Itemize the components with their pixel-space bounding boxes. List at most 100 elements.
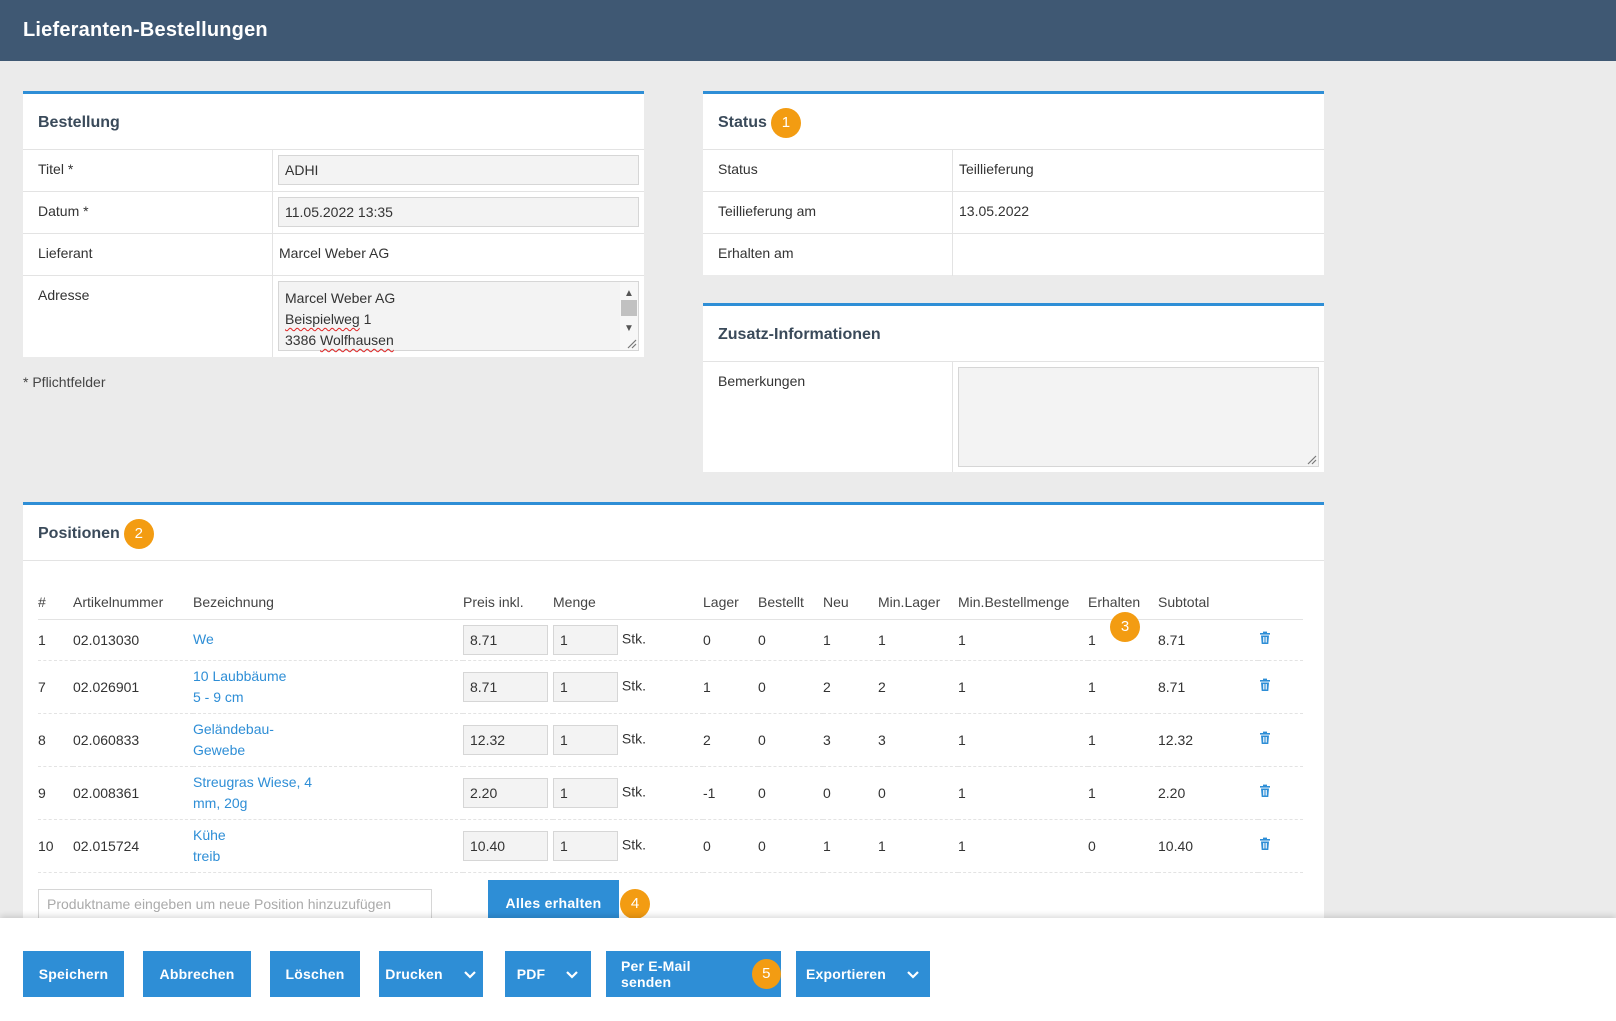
status-badge: 1 — [770, 108, 801, 138]
new-position-input[interactable]: Produktname eingeben um neue Position hi… — [38, 889, 432, 919]
speichern-button[interactable]: Speichern — [23, 951, 124, 997]
preis-input[interactable]: 8.71 — [463, 624, 548, 655]
cell-menge: 1 Stk. — [553, 713, 703, 767]
menge-input[interactable]: 1 — [553, 624, 618, 655]
col-artikelnummer: Artikelnummer — [73, 585, 193, 620]
col-neu: Neu — [823, 585, 878, 620]
cell-nr: 1 — [38, 619, 73, 661]
cell-minlager: 1 — [878, 819, 958, 873]
resize-handle-icon[interactable] — [1305, 453, 1317, 465]
adresse-label: Adresse — [23, 276, 273, 357]
cell-bestellt: 0 — [758, 819, 823, 873]
col-nr: # — [38, 585, 73, 620]
cell-menge: 1 Stk. — [553, 766, 703, 820]
col-menge: Menge — [553, 585, 703, 620]
cell-subtotal: 10.40 — [1158, 819, 1258, 873]
email-badge: 5 — [751, 959, 781, 989]
col-preis: Preis inkl. — [463, 585, 553, 620]
datum-input[interactable]: 11.05.2022 13:35 — [278, 197, 639, 227]
cell-bezeichnung[interactable]: Geländebau- Gewebe — [193, 713, 463, 767]
bemerkungen-textarea[interactable] — [958, 367, 1319, 467]
trash-icon[interactable] — [1258, 731, 1272, 745]
drucken-button[interactable]: Drucken — [379, 951, 483, 997]
trash-icon[interactable] — [1258, 678, 1272, 692]
cell-minlager: 1 — [878, 619, 958, 661]
zusatz-panel: Zusatz-Informationen Bemerkungen — [703, 303, 1324, 472]
scroll-down-icon[interactable]: ▼ — [620, 318, 638, 334]
scroll-up-icon[interactable]: ▲ — [620, 283, 638, 299]
trash-icon[interactable] — [1258, 837, 1272, 851]
cell-bezeichnung[interactable]: 10 Laubbäume 5 - 9 cm — [193, 660, 463, 714]
cell-delete — [1258, 660, 1303, 714]
table-row: 9 02.008361 Streugras Wiese, 4 mm, 20g 2.… — [38, 766, 1303, 820]
adresse-row: Adresse Marcel Weber AG Beispielweg 1 33… — [23, 276, 644, 357]
cell-artikelnummer: 02.013030 — [73, 619, 193, 661]
cell-preis: 8.71 — [463, 660, 553, 714]
table-row: 8 02.060833 Geländebau- Gewebe 12.32 1 St… — [38, 713, 1303, 767]
preis-input[interactable]: 8.71 — [463, 671, 548, 702]
cell-minbestellmenge: 1 — [958, 660, 1088, 714]
chevron-down-icon — [566, 971, 579, 979]
chevron-down-icon — [907, 971, 919, 979]
preis-input[interactable]: 2.20 — [463, 777, 548, 808]
table-header-row: # Artikelnummer Bezeichnung Preis inkl. … — [38, 585, 1303, 642]
cell-delete — [1258, 819, 1303, 873]
resize-handle-icon[interactable] — [625, 337, 637, 349]
trash-icon[interactable] — [1258, 631, 1272, 645]
cell-minbestellmenge: 1 — [958, 619, 1088, 661]
cell-neu: 0 — [823, 766, 878, 820]
bestellung-panel: Bestellung Titel * ADHI Datum * 11.05.20… — [23, 91, 644, 357]
cell-neu: 1 — [823, 819, 878, 873]
menge-input[interactable]: 1 — [553, 671, 618, 702]
cell-bezeichnung[interactable]: We — [193, 619, 463, 661]
menge-input[interactable]: 1 — [553, 777, 618, 808]
lieferant-label: Lieferant — [23, 234, 273, 275]
cell-bestellt: 0 — [758, 713, 823, 767]
adresse-textarea[interactable]: Marcel Weber AG Beispielweg 1 3386 Wolfh… — [278, 281, 639, 351]
pdf-button[interactable]: PDF — [505, 951, 591, 997]
exportieren-button[interactable]: Exportieren — [796, 951, 930, 997]
cell-subtotal: 8.71 — [1158, 660, 1258, 714]
teillieferung-value: 13.05.2022 — [959, 203, 1030, 219]
cell-bezeichnung[interactable]: Kühe treib — [193, 819, 463, 873]
action-footer: Speichern Abbrechen Löschen Drucken PDF … — [0, 918, 1616, 1021]
titel-label: Titel * — [23, 150, 273, 191]
positionen-title: Positionen 2 — [23, 505, 1324, 561]
col-erhalten: Erhalten 3 — [1088, 585, 1158, 642]
col-bestellt: Bestellt — [758, 585, 823, 620]
positionen-badge: 2 — [123, 519, 154, 549]
preis-input[interactable]: 12.32 — [463, 724, 548, 755]
trash-icon[interactable] — [1258, 784, 1272, 798]
cell-nr: 7 — [38, 660, 73, 714]
cell-minlager: 0 — [878, 766, 958, 820]
menge-input[interactable]: 1 — [553, 724, 618, 755]
cell-minbestellmenge: 1 — [958, 819, 1088, 873]
titel-input[interactable]: ADHI — [278, 155, 639, 185]
cell-menge: 1 Stk. — [553, 819, 703, 873]
cell-delete — [1258, 713, 1303, 767]
table-row: 10 02.015724 Kühe treib 10.40 1 Stk. 0 0 … — [38, 819, 1303, 873]
status-panel: Status 1 Status Teillieferung Teillieferu… — [703, 91, 1324, 276]
datum-label: Datum * — [23, 192, 273, 233]
email-button[interactable]: Per E-Mail senden 5 — [606, 951, 781, 997]
cell-nr: 8 — [38, 713, 73, 767]
abbrechen-button[interactable]: Abbrechen — [143, 951, 251, 997]
cell-neu: 2 — [823, 660, 878, 714]
cell-artikelnummer: 02.026901 — [73, 660, 193, 714]
cell-subtotal: 8.71 — [1158, 619, 1258, 661]
preis-input[interactable]: 10.40 — [463, 830, 548, 861]
positionen-table: # Artikelnummer Bezeichnung Preis inkl. … — [38, 585, 1303, 873]
adresse-line-2: Beispielweg 1 — [285, 311, 372, 327]
cell-bezeichnung[interactable]: Streugras Wiese, 4 mm, 20g — [193, 766, 463, 820]
col-minbestellmenge: Min.Bestellmenge — [958, 585, 1088, 620]
scroll-thumb[interactable] — [621, 300, 637, 316]
cell-artikelnummer: 02.015724 — [73, 819, 193, 873]
cell-delete — [1258, 619, 1303, 661]
cell-nr: 10 — [38, 819, 73, 873]
cell-erhalten: 0 — [1088, 819, 1158, 873]
menge-input[interactable]: 1 — [553, 830, 618, 861]
loeschen-button[interactable]: Löschen — [270, 951, 360, 997]
cell-preis: 8.71 — [463, 619, 553, 661]
col-bezeichnung: Bezeichnung — [193, 585, 463, 620]
erhalten-row: Erhalten am — [703, 234, 1324, 276]
